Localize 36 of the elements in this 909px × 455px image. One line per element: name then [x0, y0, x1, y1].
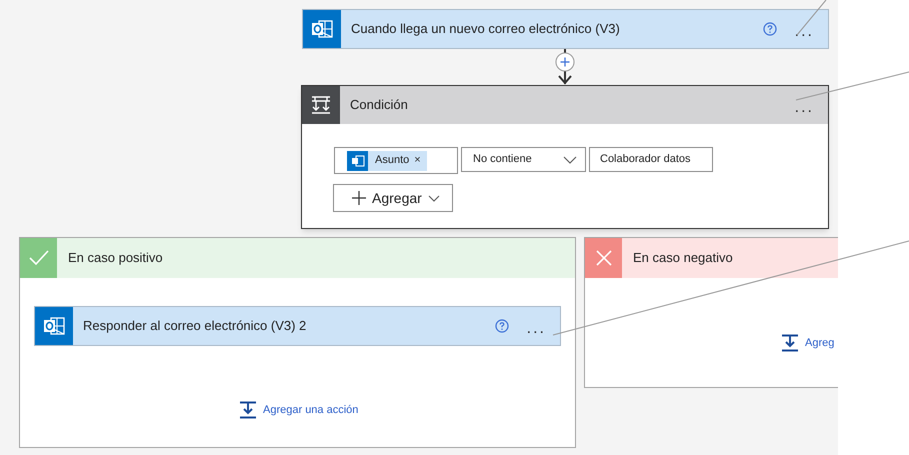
- chevron-down-icon: [428, 194, 440, 202]
- branch-header[interactable]: En caso positivo: [20, 238, 575, 278]
- token-chip[interactable]: Asunto ×: [347, 150, 427, 170]
- condition-icon: [311, 95, 331, 115]
- add-action-link[interactable]: Agreg: [805, 334, 834, 352]
- check-icon: [28, 250, 48, 266]
- action-title: Cuando llega un nuevo correo electrónico (V3): [351, 20, 621, 38]
- branch-header[interactable]: En caso negativo: [585, 238, 838, 278]
- value-field[interactable]: Colaborador datos: [589, 147, 713, 172]
- branch-title: En caso negativo: [633, 249, 733, 268]
- action-title: Responder al correo electrónico (V3) 2: [83, 317, 308, 336]
- more-button[interactable]: ...: [794, 100, 814, 116]
- help-icon[interactable]: [762, 22, 777, 36]
- action-card[interactable]: Cuando llega un nuevo correo electrónico (V3) ...: [302, 9, 829, 49]
- plus-icon: [352, 191, 366, 205]
- token-field[interactable]: Asunto ×: [334, 147, 458, 174]
- operator-dropdown[interactable]: No contiene: [461, 147, 586, 172]
- leader-line: [796, 0, 826, 36]
- more-button[interactable]: ...: [794, 24, 814, 40]
- condition-header[interactable]: Condición ...: [302, 86, 828, 124]
- more-button[interactable]: ...: [526, 321, 546, 337]
- add-action-link[interactable]: Agregar una acción: [263, 402, 358, 418]
- add-button[interactable]: Agregar: [333, 184, 453, 212]
- action-card[interactable]: Responder al correo electrónico (V3) 2 ...: [34, 306, 561, 346]
- add-action-icon: [781, 334, 799, 352]
- branch-title: En caso positivo: [68, 249, 163, 268]
- close-icon: [596, 250, 612, 266]
- condition-title: Condición: [350, 96, 409, 114]
- add-action-icon: [239, 401, 257, 419]
- remove-token-button[interactable]: ×: [414, 152, 421, 169]
- token-label: Asunto: [375, 153, 410, 168]
- mail-app-icon: [311, 19, 333, 39]
- mail-app-icon: [350, 154, 364, 166]
- help-icon[interactable]: [494, 319, 509, 333]
- mail-app-icon: [43, 316, 65, 336]
- chevron-down-icon: [563, 156, 577, 164]
